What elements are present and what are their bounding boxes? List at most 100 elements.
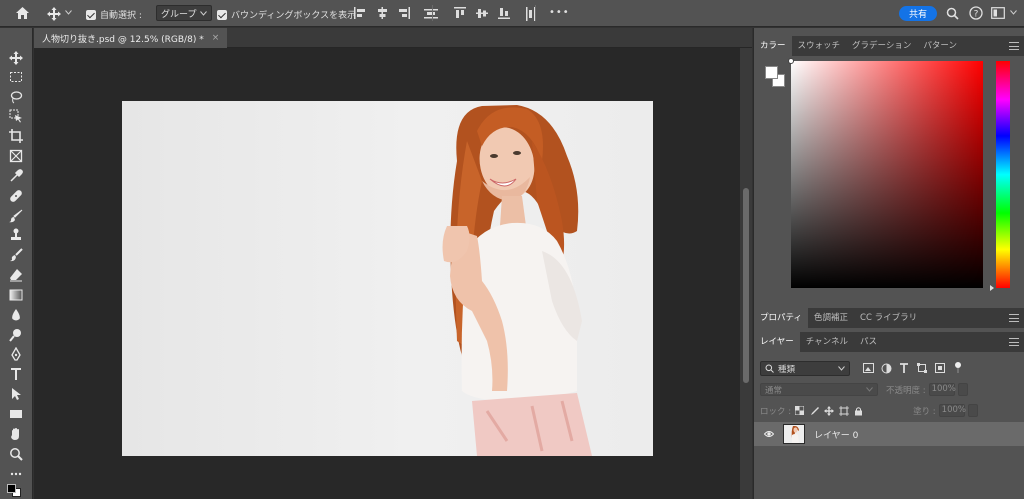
more-options-button[interactable]: ••• (549, 7, 570, 18)
foreground-background-swatches[interactable] (5, 484, 25, 498)
canvas-area[interactable] (34, 48, 740, 499)
align-right-icon[interactable] (398, 7, 410, 19)
tab-adjustments[interactable]: 色調補正 (808, 308, 854, 328)
type-tool-icon[interactable] (6, 366, 26, 382)
blur-tool-icon[interactable] (6, 307, 26, 323)
marquee-tool-icon[interactable] (6, 69, 26, 85)
align-vertical-center-icon[interactable] (476, 7, 488, 19)
tab-cc-libraries[interactable]: CC ライブラリ (854, 308, 923, 328)
lock-position-icon[interactable] (824, 405, 835, 416)
path-selection-tool-icon[interactable] (6, 386, 26, 402)
right-panels: カラー スウォッチ グラデーション パターン プロパティ 色調補正 CC ライブ… (753, 28, 1024, 499)
opacity-input[interactable]: 100% (928, 383, 956, 396)
chevron-down-icon[interactable] (1010, 10, 1017, 15)
layer-name[interactable]: レイヤー 0 (814, 428, 858, 441)
align-bottom-icon[interactable] (498, 7, 510, 19)
tab-gradients[interactable]: グラデーション (846, 36, 917, 56)
blend-mode-dropdown[interactable]: 通常 (760, 383, 878, 396)
layers-filter-bar: 種類 (754, 358, 1024, 380)
auto-select-dropdown[interactable]: グループ (156, 5, 213, 21)
tab-channels[interactable]: チャンネル (800, 332, 854, 352)
panel-menu-icon[interactable] (1009, 42, 1019, 50)
tab-paths[interactable]: パス (854, 332, 883, 352)
lock-fill-row: ロック : 塗り : 100% (760, 404, 978, 417)
lasso-tool-icon[interactable] (6, 89, 26, 105)
hue-slider-marker[interactable] (990, 285, 994, 291)
layer-row[interactable]: レイヤー 0 (754, 422, 1024, 446)
pixel-layer-filter-icon[interactable] (862, 362, 874, 374)
align-buttons (354, 7, 438, 19)
show-bounding-box-checkbox[interactable]: バウンディングボックスを表示 (217, 8, 356, 21)
eraser-tool-icon[interactable] (6, 267, 26, 283)
chevron-down-icon[interactable] (65, 10, 72, 15)
lock-image-pixels-icon[interactable] (809, 406, 820, 416)
edit-toolbar-icon[interactable] (6, 466, 26, 482)
brush-tool-icon[interactable] (6, 208, 26, 224)
chevron-down-icon (838, 366, 845, 371)
dodge-tool-icon[interactable] (6, 327, 26, 343)
filter-toggle-icon[interactable] (952, 362, 964, 374)
fill-input[interactable]: 100% (938, 404, 966, 417)
zoom-tool-icon[interactable] (6, 446, 26, 462)
help-icon[interactable]: ? (969, 6, 983, 20)
tab-swatches[interactable]: スウォッチ (792, 36, 847, 56)
checkbox-checked-icon[interactable] (217, 9, 227, 20)
crop-tool-icon[interactable] (6, 128, 26, 144)
home-icon[interactable] (15, 6, 30, 20)
align-top-icon[interactable] (454, 7, 466, 19)
smart-object-filter-icon[interactable] (934, 362, 946, 374)
shape-layer-filter-icon[interactable] (916, 362, 928, 374)
hand-tool-icon[interactable] (6, 426, 26, 442)
rectangle-tool-icon[interactable] (6, 406, 26, 422)
panel-menu-icon[interactable] (1009, 314, 1019, 322)
distribute-horizontal-icon[interactable] (424, 7, 438, 19)
auto-select-checkbox[interactable]: 自動選択 : (86, 8, 142, 21)
blend-opacity-row: 通常 不透明度 : 100% (760, 383, 968, 396)
align-horizontal-center-icon[interactable] (376, 7, 388, 19)
portrait-photo (442, 105, 592, 456)
opacity-slider-toggle[interactable] (957, 383, 968, 396)
scrollbar-thumb[interactable] (743, 188, 749, 383)
move-tool-icon[interactable] (47, 7, 61, 21)
bounding-box-label: バウンディングボックスを表示 (231, 11, 357, 21)
foreground-color-swatch[interactable] (765, 66, 778, 79)
color-picker-cursor[interactable] (788, 58, 794, 64)
lock-artboard-icon[interactable] (839, 405, 850, 416)
document-tab[interactable]: 人物切り抜き.psd @ 12.5% (RGB/8) * × (34, 28, 228, 48)
frame-tool-icon[interactable] (6, 148, 26, 164)
foreground-color-swatch[interactable] (7, 484, 16, 493)
healing-brush-tool-icon[interactable] (6, 188, 26, 204)
layer-kind-filter[interactable]: 種類 (760, 361, 850, 376)
workspace-icon[interactable] (991, 7, 1005, 19)
pen-tool-icon[interactable] (6, 346, 26, 362)
search-icon[interactable] (946, 7, 959, 20)
object-selection-tool-icon[interactable] (6, 108, 26, 124)
adjustment-layer-filter-icon[interactable] (880, 362, 892, 374)
vertical-scrollbar[interactable] (740, 48, 752, 499)
tab-color[interactable]: カラー (754, 36, 792, 56)
close-tab-button[interactable]: × (212, 33, 220, 43)
layer-kind-value: 種類 (778, 364, 796, 375)
move-tool-icon[interactable] (6, 50, 26, 66)
panel-menu-icon[interactable] (1009, 338, 1019, 346)
lock-all-icon[interactable] (854, 406, 863, 416)
tab-properties[interactable]: プロパティ (754, 308, 808, 328)
tab-layers[interactable]: レイヤー (754, 332, 800, 352)
fill-slider-toggle[interactable] (967, 404, 978, 417)
visibility-eye-icon[interactable] (764, 429, 774, 439)
history-brush-tool-icon[interactable] (6, 247, 26, 263)
lock-transparency-icon[interactable] (795, 406, 805, 415)
opacity-label: 不透明度 : (886, 385, 926, 396)
clone-stamp-tool-icon[interactable] (6, 227, 26, 243)
share-button[interactable]: 共有 (899, 6, 937, 21)
eyedropper-tool-icon[interactable] (6, 168, 26, 184)
align-left-icon[interactable] (354, 7, 366, 19)
type-layer-filter-icon[interactable] (898, 362, 910, 374)
gradient-tool-icon[interactable] (6, 287, 26, 303)
color-saturation-field[interactable] (788, 58, 983, 288)
canvas-image[interactable] (122, 101, 653, 456)
document-title: 人物切り抜き.psd @ 12.5% (RGB/8) * (42, 34, 204, 45)
hue-slider[interactable] (996, 61, 1010, 288)
tab-patterns[interactable]: パターン (917, 36, 963, 56)
checkbox-checked-icon[interactable] (86, 9, 96, 20)
